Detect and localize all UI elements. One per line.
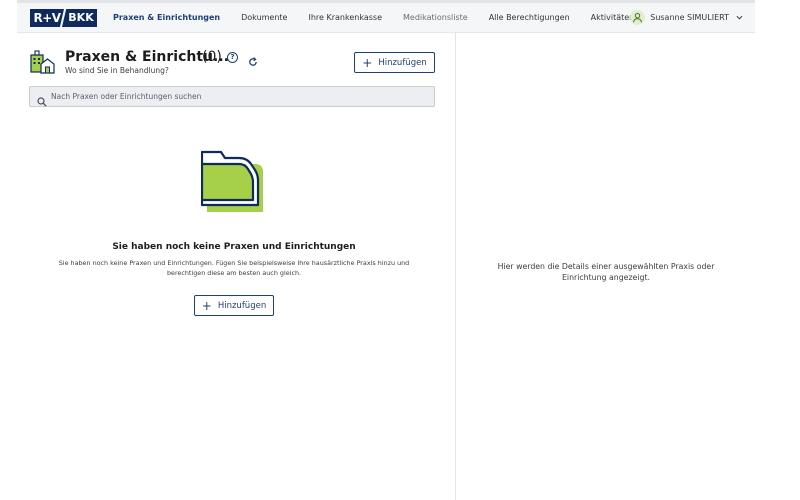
item-count: (0) <box>202 49 222 65</box>
search-bar[interactable] <box>29 86 435 107</box>
empty-state-text: Sie haben noch keine Praxen und Einricht… <box>58 259 410 277</box>
logo-left: R+V <box>30 9 64 27</box>
refresh-icon[interactable] <box>248 52 258 66</box>
user-icon <box>630 10 646 25</box>
rv-bkk-logo[interactable]: R+V BKK <box>30 9 97 27</box>
nav-medikationsliste[interactable]: Medikationsliste <box>403 3 468 32</box>
user-menu[interactable]: Susanne SIMULIERT <box>630 9 743 26</box>
buildings-icon <box>30 50 55 74</box>
search-input[interactable] <box>51 92 431 101</box>
help-icon[interactable]: ? <box>227 52 238 63</box>
nav-praxen-einrichtungen[interactable]: Praxen & Einrichtungen <box>113 3 220 32</box>
folder-icon <box>200 150 265 213</box>
app-header: R+V BKK Praxen & Einrichtungen Dokumente… <box>17 3 755 33</box>
nav-ihre-krankenkasse[interactable]: Ihre Krankenkasse <box>308 3 382 32</box>
add-button-label: Hinzufügen <box>378 57 427 68</box>
chevron-down-icon <box>736 14 743 22</box>
logo-right: BKK <box>62 9 97 27</box>
list-panel: Praxen & Einrichtu... (0) ? Wo sind Sie … <box>17 33 455 500</box>
plus-icon: + <box>362 55 373 70</box>
main-nav: Praxen & Einrichtungen Dokumente Ihre Kr… <box>113 3 655 32</box>
search-icon <box>37 92 47 107</box>
nav-dokumente[interactable]: Dokumente <box>241 3 287 32</box>
add-button[interactable]: + Hinzufügen <box>354 52 435 73</box>
nav-alle-berechtigungen[interactable]: Alle Berechtigungen <box>489 3 570 32</box>
detail-placeholder-text: Hier werden die Details einer ausgewählt… <box>497 262 715 282</box>
nav-aktivitaeten[interactable]: Aktivitäten <box>591 3 635 32</box>
page-subtitle: Wo sind Sie in Behandlung? <box>65 66 169 75</box>
empty-state-add-button[interactable]: + Hinzufügen <box>194 295 274 316</box>
user-name: Susanne SIMULIERT <box>650 13 729 22</box>
plus-icon: + <box>201 298 212 313</box>
empty-state-add-button-label: Hinzufügen <box>217 300 267 311</box>
empty-state-title: Sie haben noch keine Praxen und Einricht… <box>112 242 356 252</box>
panel-divider <box>455 33 456 500</box>
